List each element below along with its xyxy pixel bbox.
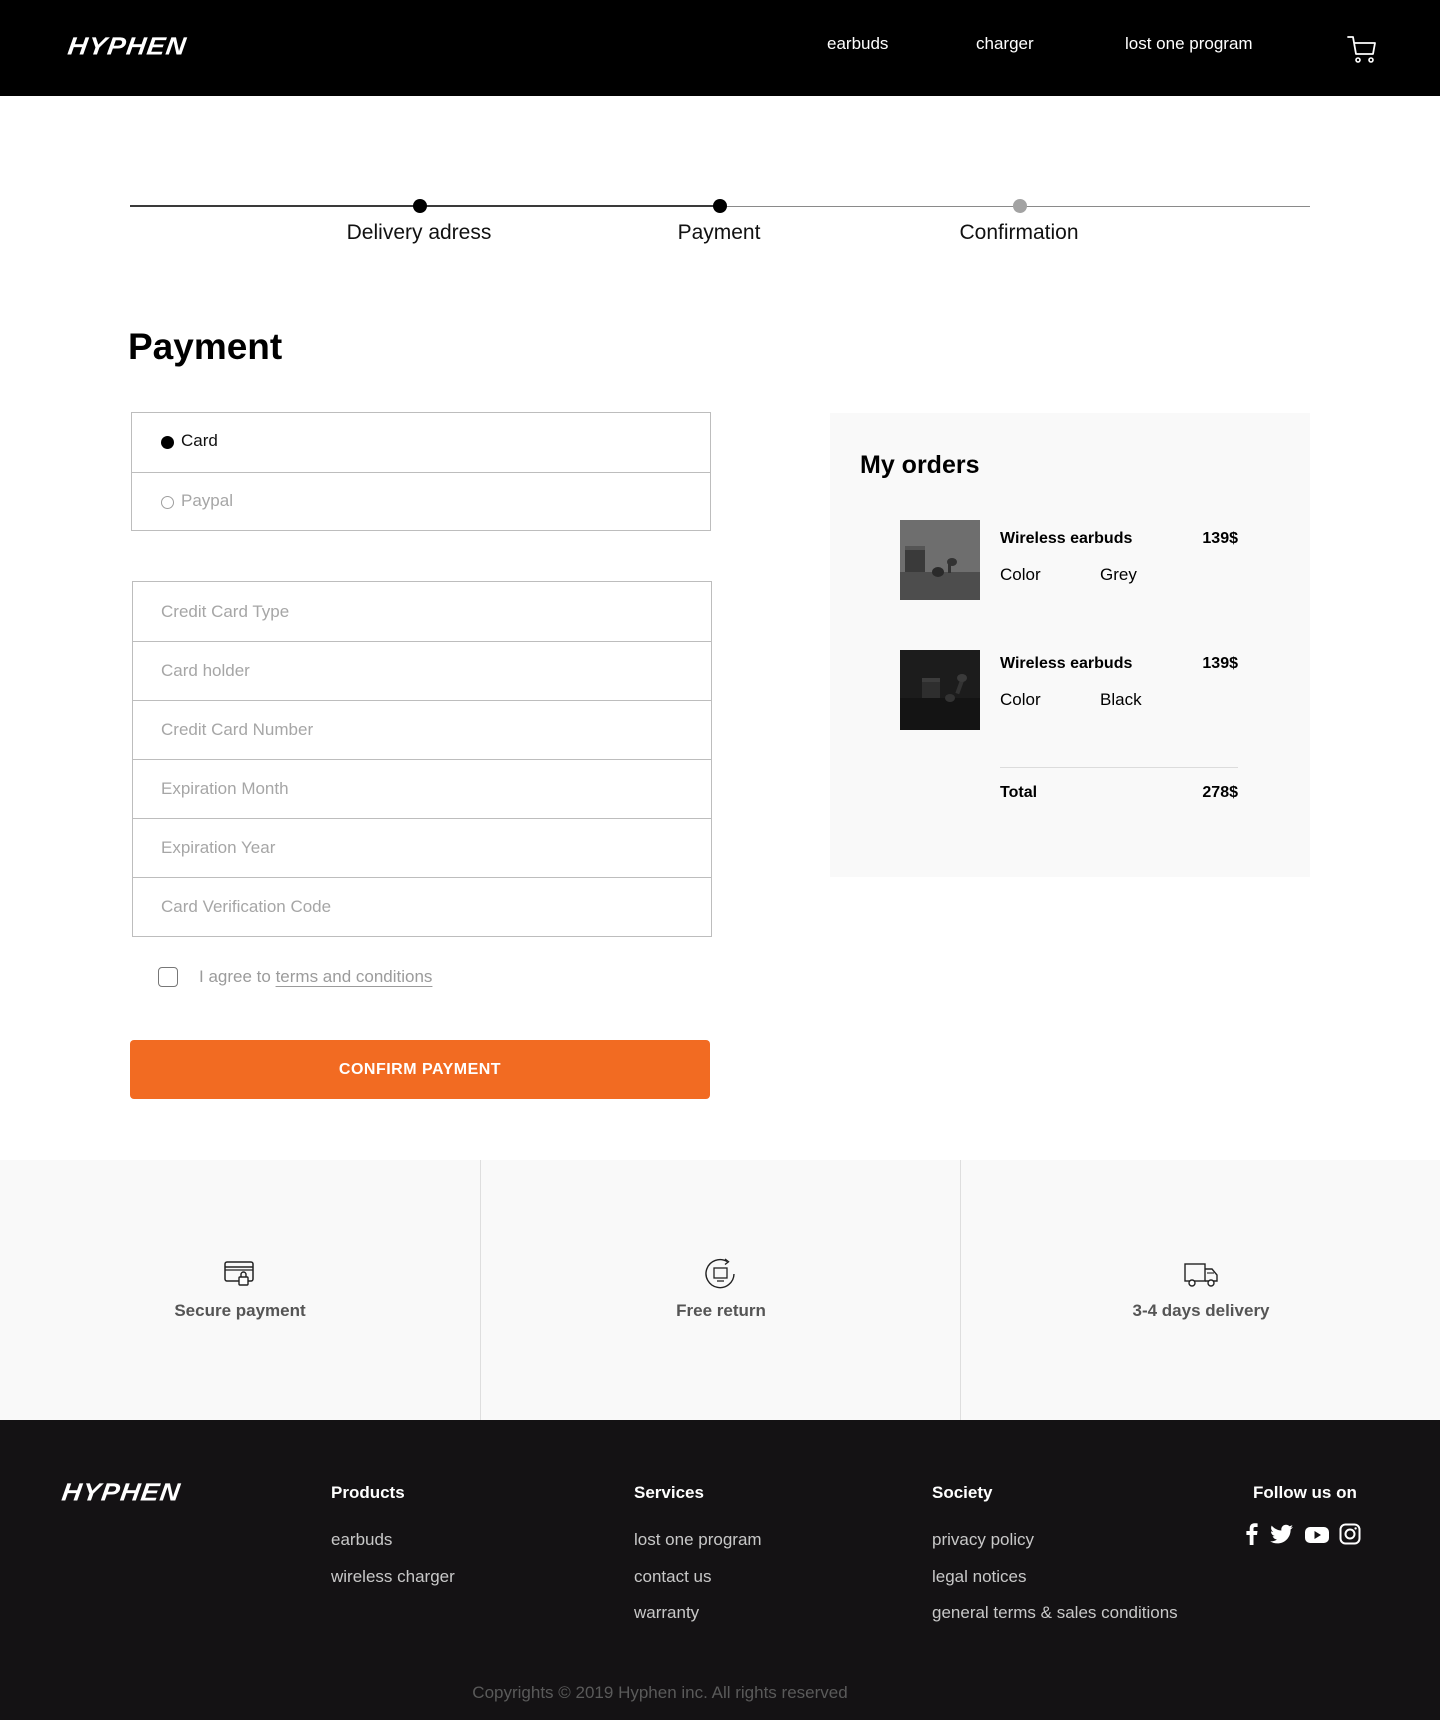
feature-label: 3-4 days delivery <box>1132 1301 1270 1320</box>
radio-selected-icon[interactable] <box>161 436 174 449</box>
step-label-payment[interactable]: Payment <box>599 221 839 245</box>
terms-agreement: I agree to terms and conditions <box>199 967 432 987</box>
feature-label: Secure payment <box>174 1301 306 1320</box>
footer-link-wireless-charger[interactable]: wireless charger <box>331 1567 455 1587</box>
footer-follow-title: Follow us on <box>1253 1483 1357 1502</box>
order-item-name: Wireless earbuds <box>1000 530 1133 547</box>
page-title: Payment <box>128 326 283 367</box>
credit-card-number-field[interactable] <box>133 700 711 759</box>
payment-method-selector: Card Paypal <box>131 412 711 531</box>
instagram-icon[interactable] <box>1338 1522 1362 1546</box>
footer-link-contact-us[interactable]: contact us <box>634 1567 712 1587</box>
orders-title: My orders <box>860 451 980 479</box>
radio-unselected-icon[interactable] <box>161 496 174 509</box>
order-item-price: 139$ <box>1202 530 1238 547</box>
footer-link-privacy-policy[interactable]: privacy policy <box>932 1530 1034 1550</box>
order-item-color-label: Color <box>1000 690 1041 709</box>
payment-method-card[interactable]: Card <box>132 413 710 472</box>
features-band: Secure payment Free return 3-4 days deli… <box>0 1160 1440 1420</box>
orders-divider <box>1000 767 1238 768</box>
twitter-icon[interactable] <box>1268 1522 1296 1546</box>
confirm-payment-button[interactable]: CONFIRM PAYMENT <box>130 1040 710 1099</box>
step-label-delivery[interactable]: Delivery adress <box>299 221 539 245</box>
credit-card-type-field[interactable] <box>133 582 711 641</box>
order-item-price: 139$ <box>1202 655 1238 672</box>
order-item-color-value: Grey <box>1100 565 1137 584</box>
footer-column-title-society: Society <box>932 1483 993 1502</box>
footer-link-general-terms[interactable]: general terms & sales conditions <box>932 1603 1178 1623</box>
copyright-notice: Copyrights © 2019 Hyphen inc. All rights… <box>472 1683 848 1702</box>
terms-and-conditions-link[interactable]: terms and conditions <box>276 967 433 986</box>
expiration-month-field[interactable] <box>133 759 711 818</box>
order-total-value: 278$ <box>1202 784 1238 801</box>
youtube-icon[interactable] <box>1304 1522 1330 1546</box>
card-holder-field[interactable] <box>133 641 711 700</box>
site-footer: HYPHEN Products earbuds wireless charger… <box>0 1420 1440 1720</box>
product-image-black-earbuds <box>900 650 980 730</box>
payment-method-label: Paypal <box>181 491 233 510</box>
feature-label: Free return <box>676 1301 766 1320</box>
product-image-grey-earbuds <box>900 520 980 600</box>
nav-link-charger[interactable]: charger <box>976 34 1034 54</box>
cart-icon[interactable] <box>1346 33 1378 65</box>
feature-secure-payment: Secure payment <box>0 1160 480 1420</box>
facebook-icon[interactable] <box>1240 1522 1264 1546</box>
footer-link-earbuds[interactable]: earbuds <box>331 1530 392 1550</box>
order-total-label: Total <box>1000 784 1038 801</box>
nav-link-earbuds[interactable]: earbuds <box>827 34 888 54</box>
order-item-color-value: Black <box>1100 690 1142 709</box>
feature-free-return: Free return <box>480 1160 960 1420</box>
step-label-confirmation: Confirmation <box>959 221 1079 244</box>
feature-fast-delivery: 3-4 days delivery <box>960 1160 1440 1420</box>
card-verification-code-field[interactable] <box>133 877 711 936</box>
order-summary-panel: My orders Wireless earbuds 139$ Color Gr… <box>830 413 1310 877</box>
footer-link-warranty[interactable]: warranty <box>634 1603 699 1623</box>
footer-link-lost-one-program[interactable]: lost one program <box>634 1530 762 1550</box>
terms-prefix-text: I agree to <box>199 967 271 986</box>
footer-link-legal-notices[interactable]: legal notices <box>932 1567 1027 1587</box>
order-item-name: Wireless earbuds <box>1000 655 1133 672</box>
footer-column-title-services: Services <box>634 1483 704 1502</box>
credit-card-lock-icon <box>224 1261 254 1286</box>
terms-checkbox[interactable] <box>158 967 178 987</box>
step-dot-payment <box>713 199 727 213</box>
order-item-color-label: Color <box>1000 565 1041 584</box>
nav-link-lost-one-program[interactable]: lost one program <box>1125 34 1253 54</box>
return-cycle-icon <box>705 1258 735 1289</box>
top-navigation-bar: HYPHEN earbuds charger lost one program <box>0 0 1440 96</box>
step-dot-confirmation <box>1013 199 1027 213</box>
step-dot-delivery <box>413 199 427 213</box>
brand-logo[interactable]: HYPHEN <box>66 32 188 61</box>
payment-method-paypal[interactable]: Paypal <box>132 472 710 531</box>
footer-brand-logo[interactable]: HYPHEN <box>60 1478 182 1507</box>
card-details-form <box>132 581 712 937</box>
footer-column-title-products: Products <box>331 1483 405 1502</box>
delivery-truck-icon <box>1184 1263 1218 1287</box>
payment-method-label: Card <box>181 431 218 450</box>
expiration-year-field[interactable] <box>133 818 711 877</box>
